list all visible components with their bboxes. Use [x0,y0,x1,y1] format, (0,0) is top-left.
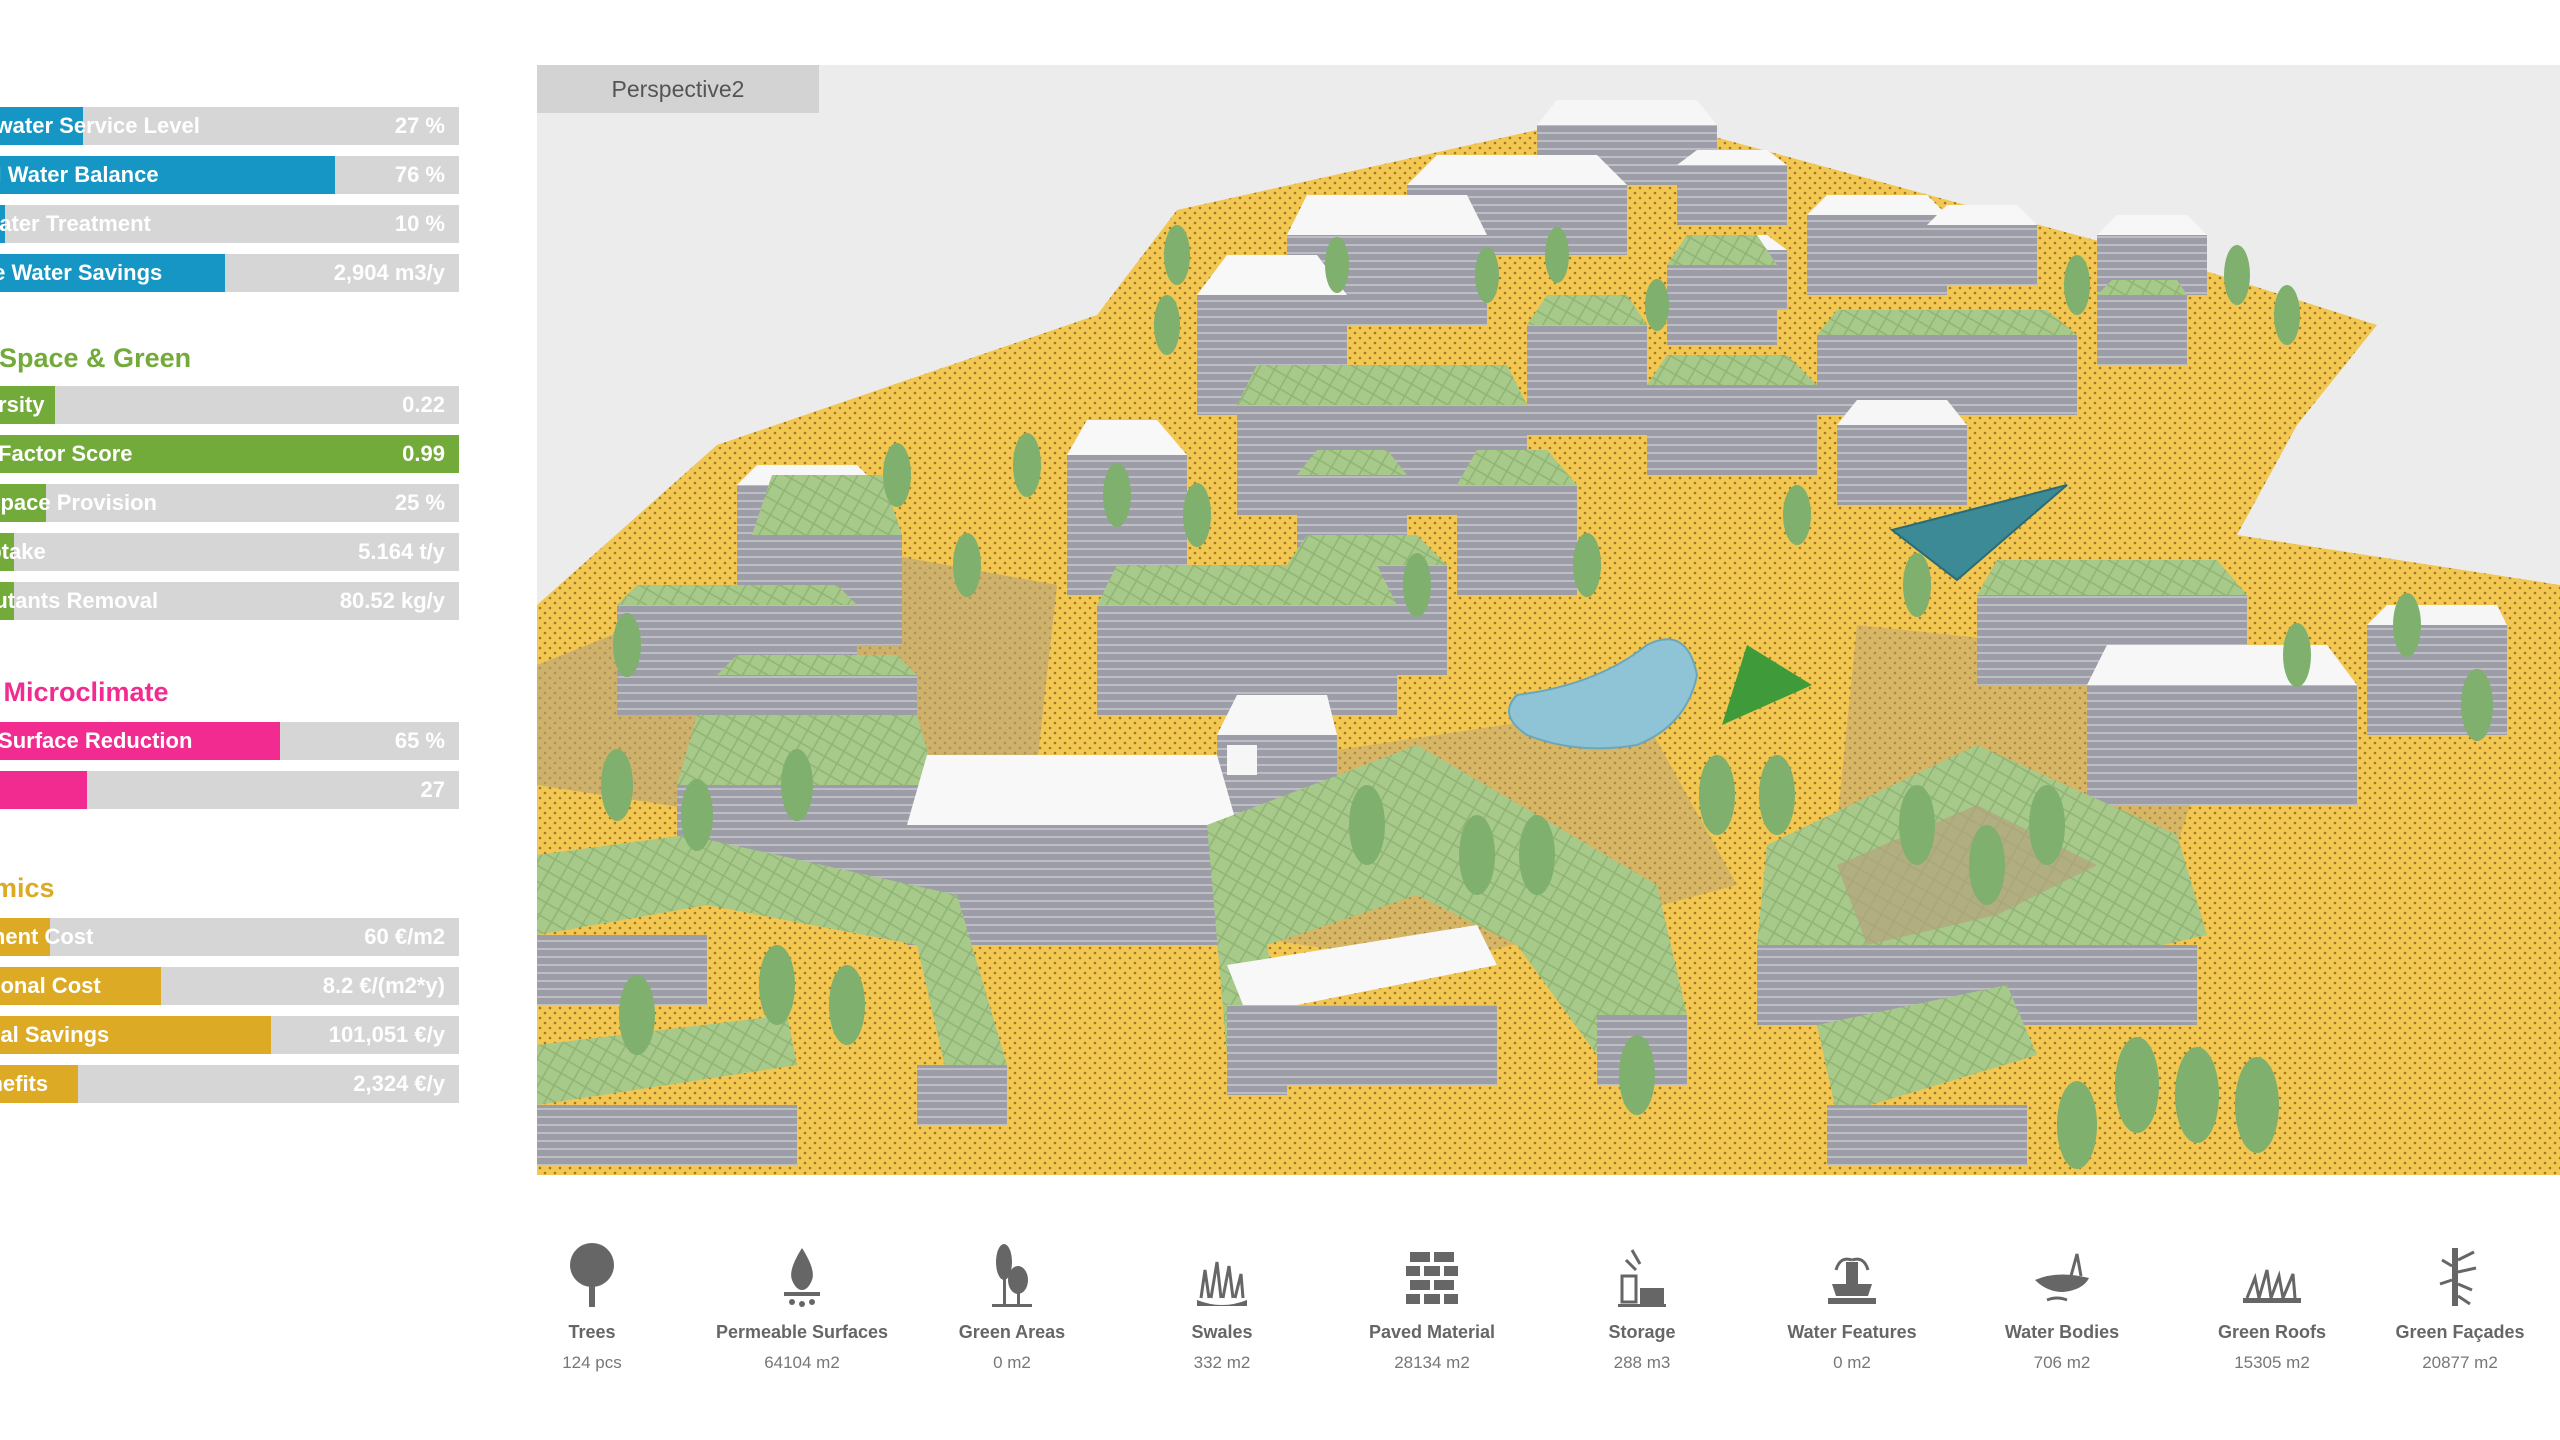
metric-natural-water-balance[interactable]: tural Water Balance 76 % [0,156,459,194]
metric-potable-water-savings[interactable]: table Water Savings 2,904 m3/y [0,254,459,292]
metric-co-benefits[interactable]: -Benefits 2,324 €/y [0,1065,459,1103]
metric-value: 0.22 [402,392,445,417]
metric-value: 10 % [394,211,445,236]
metric-value: 27 % [394,113,445,138]
legend-label: Green Roofs [2217,1322,2327,1342]
metric-value: 0.99 [402,441,445,466]
metric-label: table Water Savings [0,260,163,285]
permeable-surface-icon [702,1230,902,1310]
legend-value: 28134 m2 [1394,1353,1470,1372]
metric-label: en Space Provision [0,490,157,515]
metric-label: 2 Uptake [0,539,46,564]
brick-wall-icon [1332,1230,1532,1310]
city-model-render[interactable] [537,65,2560,1175]
legend-label: Water Features [1787,1322,1917,1342]
legend-value: 332 m2 [1193,1353,1251,1372]
green-area-icon [912,1230,1112,1310]
metric-label: Pollutants Removal [0,588,159,613]
metric-investment-cost[interactable]: estment Cost 60 €/m2 [0,918,459,956]
metric-value: 2,324 €/y [353,1071,445,1096]
legend-permeable-surfaces[interactable]: Permeable Surfaces 64104 m2 [702,1230,902,1373]
metric-biodiversity[interactable]: diversity 0.22 [0,386,459,424]
storage-tank-icon [1542,1230,1742,1310]
metric-co2-uptake[interactable]: 2 Uptake 5.164 t/y [0,533,459,571]
tree-icon [492,1230,692,1310]
metric-value: 76 % [394,162,445,187]
metric-label: erational Cost [0,973,101,998]
metric-label: ormwater Service Level [0,113,200,138]
legend-label: Permeable Surfaces [715,1322,889,1342]
legend-label: Water Bodies [2004,1322,2120,1342]
metric-value: 101,051 €/y [328,1022,445,1047]
legend-paved-material[interactable]: Paved Material 28134 m2 [1332,1230,1532,1373]
water-body-icon [1962,1230,2162,1310]
legend-green-areas[interactable]: Green Areas 0 m2 [912,1230,1112,1373]
metric-value: 25 % [394,490,445,515]
metric-label: estment Cost [0,924,94,949]
legend-water-features[interactable]: Water Features 0 m2 [1752,1230,1952,1373]
heat-section-title: t & Microclimate [0,677,169,707]
metric-label: diversity [0,392,45,417]
metric-operational-cost[interactable]: erational Cost 8.2 €/(m2*y) [0,967,459,1005]
3d-viewport[interactable]: Perspective2 [537,65,2560,1175]
view-tab-perspective[interactable]: Perspective2 [537,65,819,113]
metric-label: ved Surface Reduction [0,728,193,753]
metric-stormwater-treatment[interactable]: rmwater Treatment 10 % [0,205,459,243]
legend-value: 706 m2 [2033,1353,2091,1372]
legend-label: Swales [1191,1322,1253,1342]
economics-section-title: nomics [0,873,55,903]
metric-value: 80.52 kg/y [339,588,445,613]
legend-storage[interactable]: Storage 288 m3 [1542,1230,1742,1373]
legend-green-facades[interactable]: Green Façades 20877 m2 [2360,1230,2560,1373]
legend-value: 288 m3 [1613,1353,1671,1372]
metric-fill-bar [0,771,88,809]
legend-value: 15305 m2 [2234,1353,2310,1372]
legend-label: Green Façades [2395,1322,2525,1342]
metric-value: 2,904 m3/y [333,260,445,285]
legend-water-bodies[interactable]: Water Bodies 706 m2 [1962,1230,2162,1373]
metric-green-space-provision[interactable]: en Space Provision 25 % [0,484,459,522]
metric-potential-savings[interactable]: tential Savings 101,051 €/y [0,1016,459,1054]
legend-value: 0 m2 [1833,1353,1871,1372]
metric-label: tential Savings [0,1022,110,1047]
metric-pollutants-removal[interactable]: Pollutants Removal 80.52 kg/y [0,582,459,620]
green-roof-icon [2172,1230,2372,1310]
metric-value: 65 % [394,728,445,753]
metric-paved-surface-reduction[interactable]: ved Surface Reduction 65 % [0,722,459,760]
legend-label: Green Areas [958,1322,1066,1342]
metric-green-factor-score[interactable]: een Factor Score 0.99 [0,435,459,473]
metric-label: tural Water Balance [0,162,159,187]
green-facade-icon [2360,1230,2560,1310]
legend-value: 20877 m2 [2422,1353,2498,1372]
metrics-panel: ter ormwater Service Level27 % tural Wat… [0,0,470,1440]
metric-label: -Benefits [0,1071,49,1096]
legend-trees[interactable]: Trees 124 pcs [492,1230,692,1373]
metric-value: 5.164 t/y [358,539,445,564]
legend-value: 0 m2 [993,1353,1031,1372]
metric-albedo[interactable]: edo27 [0,771,459,809]
legend-value: 124 pcs [562,1353,622,1372]
green-section-title: en Space & Green [0,343,192,373]
metric-value: 27 [420,777,445,802]
fountain-icon [1752,1230,1952,1310]
swale-icon [1122,1230,1322,1310]
legend-green-roofs[interactable]: Green Roofs 15305 m2 [2172,1230,2372,1373]
legend-label: Trees [568,1322,616,1342]
legend-label: Paved Material [1368,1322,1496,1342]
metric-label: een Factor Score [0,441,133,466]
legend-value: 64104 m2 [764,1353,840,1372]
metric-value: 60 €/m2 [364,924,445,949]
metric-label: rmwater Treatment [0,211,151,236]
legend-label: Storage [1608,1322,1676,1342]
metric-value: 8.2 €/(m2*y) [322,973,445,998]
legend-swales[interactable]: Swales 332 m2 [1122,1230,1322,1373]
metric-stormwater-service-level[interactable]: ormwater Service Level 27 % [0,107,459,145]
